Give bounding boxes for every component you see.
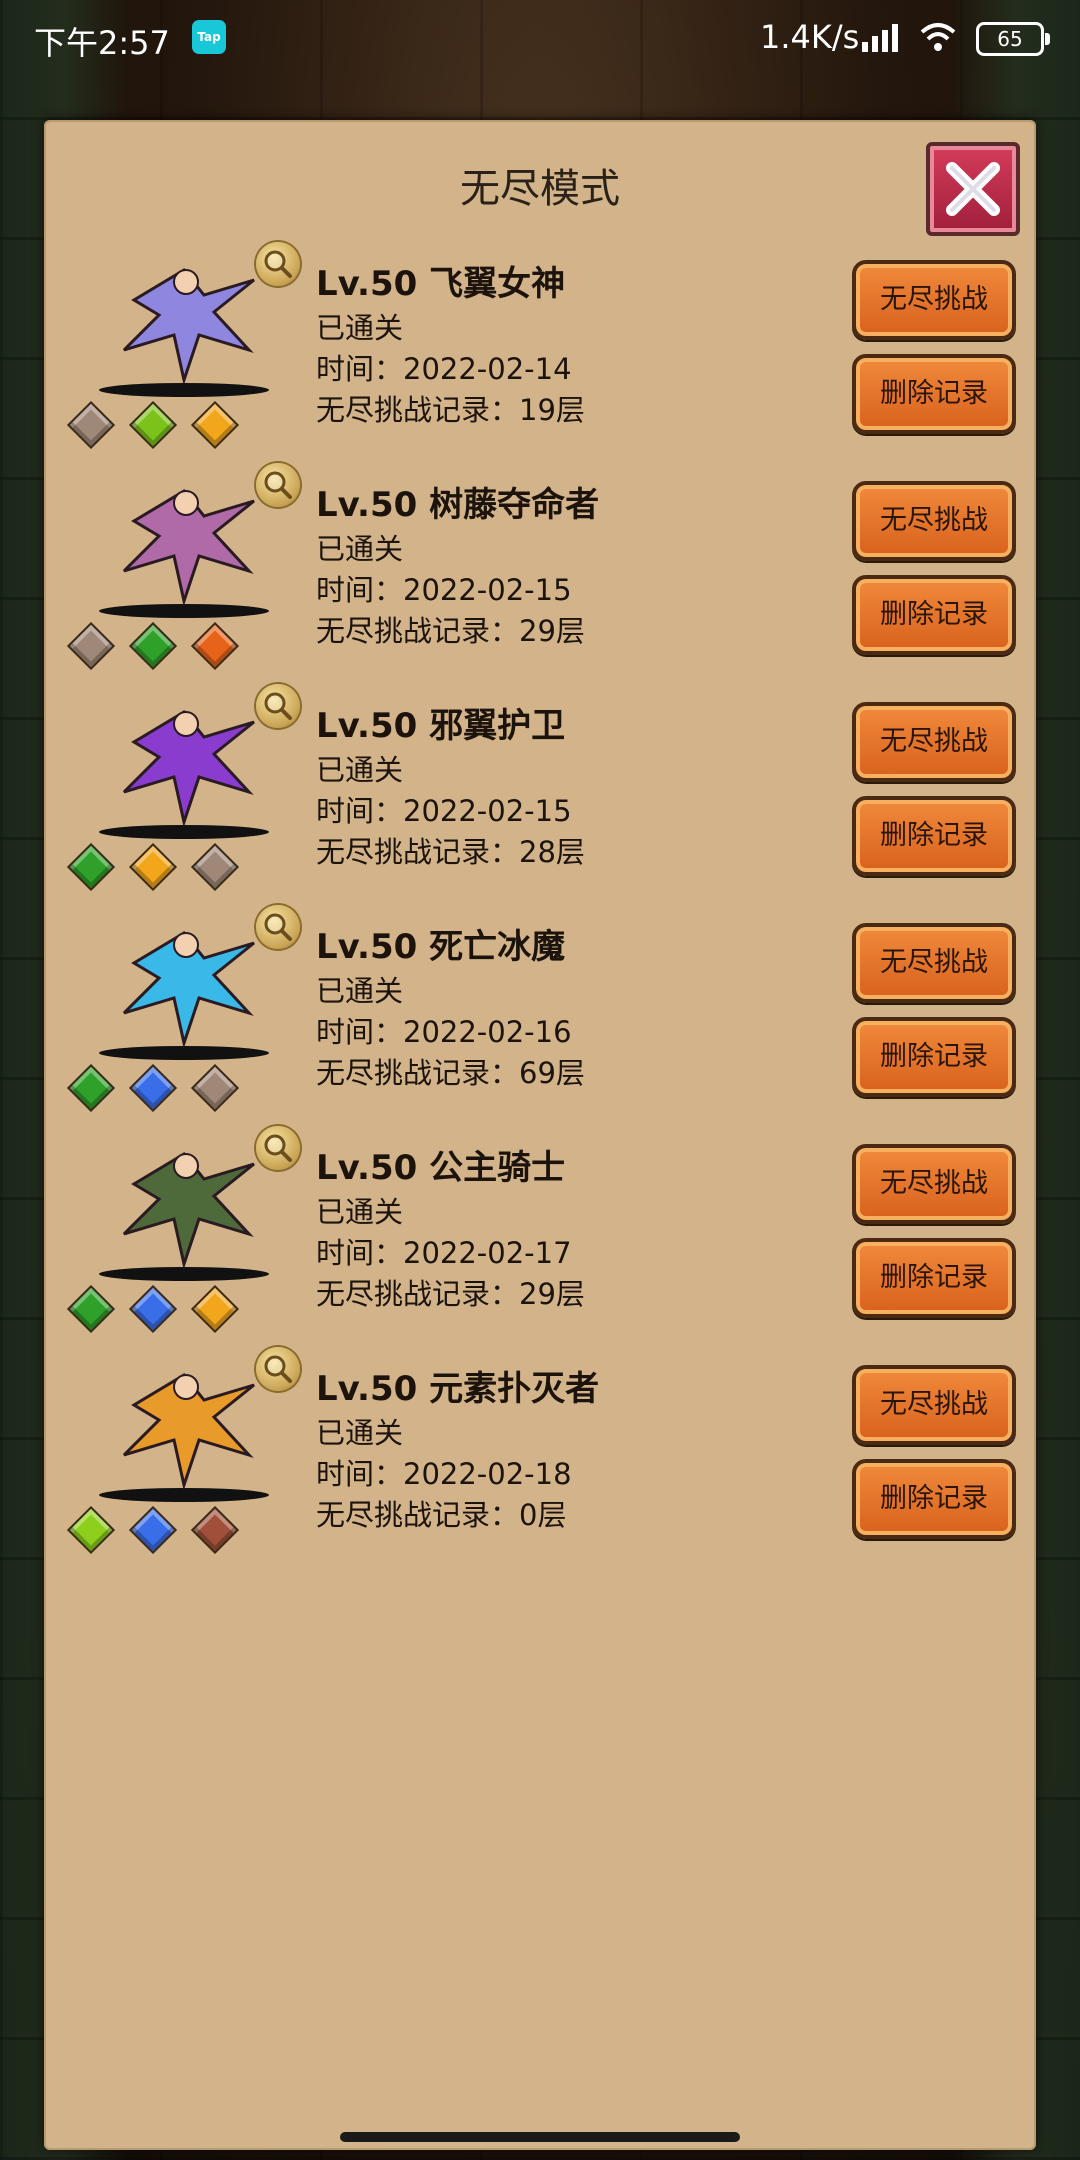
status-time: 下午2:57 [34,24,170,62]
signal-icon [862,24,898,52]
hero-name: Lv.50 元素扑灭者 [316,1369,600,1409]
magnifier-icon [264,692,292,720]
gem-icon [128,400,178,450]
clear-status: 已通关 [316,974,404,1008]
endless-challenge-button[interactable]: 无尽挑战 [852,1144,1016,1224]
home-indicator[interactable] [340,2132,740,2142]
delete-record-button[interactable]: 删除记录 [852,1459,1016,1539]
gem-slots [66,1284,268,1334]
endless-record: 无尽挑战记录：69层 [316,1056,585,1090]
delete-record-button[interactable]: 删除记录 [852,1017,1016,1097]
gem-icon [190,621,240,671]
magnifier-icon [264,250,292,278]
gem-slots [66,1505,268,1555]
endless-challenge-button[interactable]: 无尽挑战 [852,481,1016,561]
hero-name: Lv.50 邪翼护卫 [316,706,566,746]
gem-icon [190,1284,240,1334]
status-bar: 下午2:57 Tap 1.4K/s 65 [0,0,1080,78]
entry-info: Lv.50 飞翼女神 已通关 时间：2022-02-14 无尽挑战记录：19层 [316,260,585,431]
gem-icon [190,842,240,892]
gem-icon [190,1063,240,1113]
endless-record: 无尽挑战记录：19层 [316,393,585,427]
hero-name: Lv.50 飞翼女神 [316,264,566,304]
endless-challenge-button[interactable]: 无尽挑战 [852,702,1016,782]
gem-slots [66,1063,268,1113]
inspect-magnifier-button[interactable] [256,463,300,507]
clear-date: 时间：2022-02-18 [316,1457,572,1491]
entry-info: Lv.50 树藤夺命者 已通关 时间：2022-02-15 无尽挑战记录：29层 [316,481,599,652]
entry-info: Lv.50 邪翼护卫 已通关 时间：2022-02-15 无尽挑战记录：28层 [316,702,585,873]
delete-record-button[interactable]: 删除记录 [852,796,1016,876]
entry-row: Lv.50 邪翼护卫 已通关 时间：2022-02-15 无尽挑战记录：28层 … [44,682,1036,903]
clear-date: 时间：2022-02-15 [316,573,572,607]
inspect-magnifier-button[interactable] [256,242,300,286]
inspect-magnifier-button[interactable] [256,1347,300,1391]
gem-icon [128,1284,178,1334]
gem-icon [128,621,178,671]
clear-status: 已通关 [316,311,404,345]
network-speed: 1.4K/s [760,18,860,56]
inspect-magnifier-button[interactable] [256,684,300,728]
endless-challenge-button[interactable]: 无尽挑战 [852,923,1016,1003]
close-icon [946,162,1000,216]
clear-date: 时间：2022-02-16 [316,1015,572,1049]
inspect-magnifier-button[interactable] [256,1126,300,1170]
entry-info: Lv.50 公主骑士 已通关 时间：2022-02-17 无尽挑战记录：29层 [316,1144,585,1315]
gem-icon [66,1063,116,1113]
gem-icon [66,1284,116,1334]
entry-row: Lv.50 元素扑灭者 已通关 时间：2022-02-18 无尽挑战记录：0层 … [44,1345,1036,1566]
clear-status: 已通关 [316,753,404,787]
magnifier-icon [264,913,292,941]
clear-date: 时间：2022-02-17 [316,1236,572,1270]
tap-app-icon: Tap [192,20,226,54]
entry-row: Lv.50 公主骑士 已通关 时间：2022-02-17 无尽挑战记录：29层 … [44,1124,1036,1345]
endless-challenge-button[interactable]: 无尽挑战 [852,260,1016,340]
wifi-icon [920,23,956,51]
entry-row: Lv.50 飞翼女神 已通关 时间：2022-02-14 无尽挑战记录：19层 … [44,240,1036,461]
clear-status: 已通关 [316,532,404,566]
entry-info: Lv.50 元素扑灭者 已通关 时间：2022-02-18 无尽挑战记录：0层 [316,1365,599,1536]
hero-name: Lv.50 公主骑士 [316,1148,566,1188]
close-button[interactable] [926,142,1020,236]
inspect-magnifier-button[interactable] [256,905,300,949]
gem-icon [128,842,178,892]
gem-slots [66,842,268,892]
clear-status: 已通关 [316,1195,404,1229]
gem-icon [128,1505,178,1555]
endless-record: 无尽挑战记录：29层 [316,614,585,648]
clear-status: 已通关 [316,1416,404,1450]
endless-record: 无尽挑战记录：28层 [316,835,585,869]
magnifier-icon [264,471,292,499]
entry-info: Lv.50 死亡冰魔 已通关 时间：2022-02-16 无尽挑战记录：69层 [316,923,585,1094]
entry-row: Lv.50 死亡冰魔 已通关 时间：2022-02-16 无尽挑战记录：69层 … [44,903,1036,1124]
delete-record-button[interactable]: 删除记录 [852,1238,1016,1318]
endless-mode-dialog: 无尽模式 Lv.50 飞翼女神 已通关 时间：2022-02-14 无尽挑战记录… [44,120,1036,2150]
hero-name: Lv.50 死亡冰魔 [316,927,566,967]
endless-challenge-button[interactable]: 无尽挑战 [852,1365,1016,1445]
gem-icon [66,621,116,671]
gem-icon [66,842,116,892]
endless-record: 无尽挑战记录：0层 [316,1498,567,1532]
magnifier-icon [264,1134,292,1162]
gem-icon [128,1063,178,1113]
endless-record: 无尽挑战记录：29层 [316,1277,585,1311]
gem-slots [66,621,268,671]
gem-icon [190,400,240,450]
gem-icon [66,1505,116,1555]
gem-slots [66,400,268,450]
clear-date: 时间：2022-02-15 [316,794,572,828]
dialog-title: 无尽模式 [460,166,620,212]
delete-record-button[interactable]: 删除记录 [852,575,1016,655]
hero-name: Lv.50 树藤夺命者 [316,485,600,525]
gem-icon [66,400,116,450]
delete-record-button[interactable]: 删除记录 [852,354,1016,434]
entry-row: Lv.50 树藤夺命者 已通关 时间：2022-02-15 无尽挑战记录：29层… [44,461,1036,682]
clear-date: 时间：2022-02-14 [316,352,572,386]
magnifier-icon [264,1355,292,1383]
battery-indicator: 65 [976,22,1050,56]
gem-icon [190,1505,240,1555]
